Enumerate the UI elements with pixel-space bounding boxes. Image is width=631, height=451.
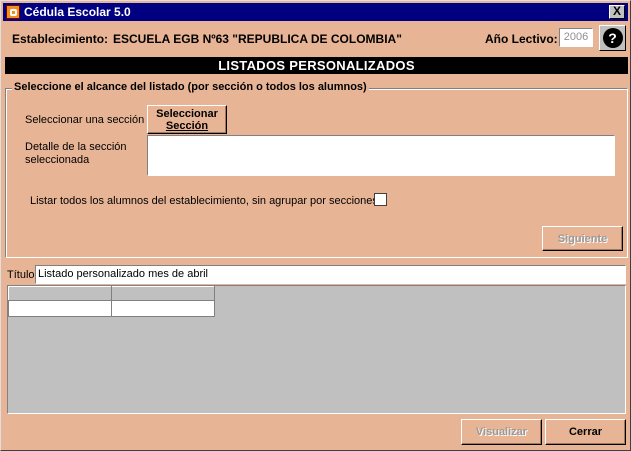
results-grid[interactable] — [7, 285, 626, 414]
header-bar: Establecimiento: ESCUELA EGB Nº63 "REPUB… — [3, 23, 628, 55]
section-detail-label: Detalle de la sección seleccionada — [25, 141, 127, 167]
close-button[interactable]: X — [609, 5, 625, 19]
window-title: Cédula Escolar 5.0 — [24, 5, 131, 19]
help-icon: ? — [602, 28, 623, 48]
anio-lectivo-field[interactable]: 2006 — [559, 28, 593, 47]
establecimiento-label: Establecimiento: — [12, 32, 109, 46]
table-cell[interactable] — [111, 300, 215, 317]
establecimiento-name: ESCUELA EGB Nº63 "REPUBLICA DE COLOMBIA" — [113, 32, 402, 46]
select-section-button-line1: Seleccionar — [156, 107, 218, 120]
help-button[interactable]: ? — [599, 25, 626, 51]
column-header[interactable] — [8, 286, 112, 301]
section-detail-label-line1: Detalle de la sección — [25, 141, 127, 153]
all-students-checkbox[interactable] — [374, 193, 387, 206]
cerrar-button[interactable]: Cerrar — [545, 419, 626, 445]
select-section-label: Seleccionar una sección — [25, 114, 145, 126]
app-icon — [6, 5, 20, 19]
title-bar[interactable]: Cédula Escolar 5.0 X — [3, 3, 628, 21]
table-row[interactable] — [8, 300, 215, 317]
all-students-label: Listar todos los alumnos del establecimi… — [30, 195, 378, 207]
anio-lectivo-label: Año Lectivo: — [485, 32, 558, 46]
table-header-row — [8, 286, 215, 301]
section-detail-label-line2: seleccionada — [25, 154, 90, 166]
section-banner: LISTADOS PERSONALIZADOS — [5, 57, 628, 74]
scope-group-legend: Seleccione el alcance del listado (por s… — [12, 81, 369, 93]
results-table — [8, 286, 215, 317]
scope-group: Seleccione el alcance del listado (por s… — [5, 81, 628, 258]
select-section-button-line2: Sección — [165, 119, 209, 132]
titulo-field[interactable]: Listado personalizado mes de abril — [35, 265, 626, 284]
next-button[interactable]: Siguiente — [542, 226, 623, 251]
titulo-label: Título — [7, 269, 35, 281]
select-section-button[interactable]: Seleccionar Sección — [147, 105, 227, 134]
main-window: Cédula Escolar 5.0 X Establecimiento: ES… — [0, 0, 631, 451]
visualizar-button[interactable]: Visualizar — [461, 419, 542, 445]
column-header[interactable] — [111, 286, 215, 301]
table-cell[interactable] — [8, 300, 112, 317]
section-detail-field[interactable] — [147, 135, 615, 176]
